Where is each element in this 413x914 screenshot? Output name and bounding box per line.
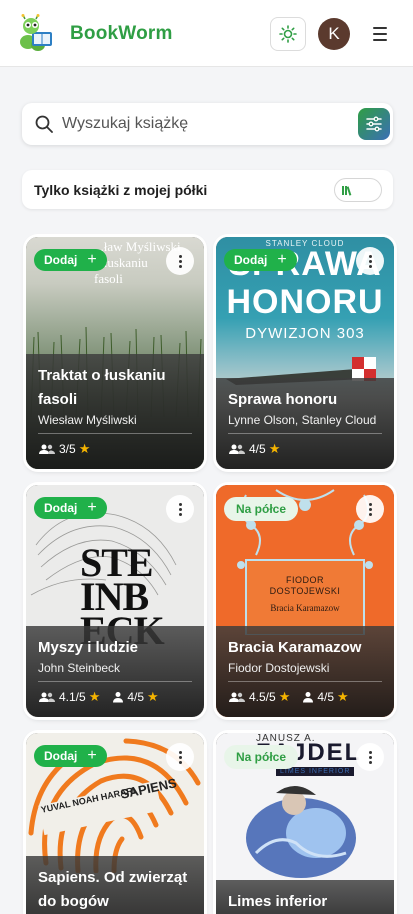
on-shelf-badge[interactable]: Na półce: [224, 497, 299, 521]
add-to-shelf-button[interactable]: Dodaj +: [34, 249, 107, 271]
book-info-overlay: Traktat o łuskaniu fasoli Wiesław Myśliw…: [26, 354, 204, 469]
search-input[interactable]: [62, 103, 342, 145]
badge-label: Dodaj: [44, 253, 78, 267]
brand-name[interactable]: BookWorm: [70, 23, 173, 45]
search-icon: [35, 115, 53, 133]
community-rating: 4/5 ★: [228, 441, 280, 457]
plus-icon: +: [87, 251, 97, 268]
users-icon: [39, 692, 55, 702]
toggle-knob: [337, 181, 357, 199]
book-info-overlay: Bracia Karamazow Fiodor Dostojewski 4.5/…: [216, 626, 394, 717]
on-shelf-badge[interactable]: Na półce: [224, 745, 299, 769]
book-title: Limes inferior: [228, 893, 328, 910]
sun-icon: [279, 25, 297, 43]
book-info-overlay: Sapiens. Od zwierząt do bogów: [26, 856, 204, 914]
plus-icon: +: [87, 747, 97, 764]
shelf-filter-bar: Tylko książki z mojej półki: [22, 170, 393, 209]
cover-text: Bracia Karamazow: [270, 603, 340, 613]
cover-text: HONORU: [226, 283, 384, 321]
book-info-overlay: Myszy i ludzie John Steinbeck 4.1/5 ★ 4/5…: [26, 626, 204, 717]
rating-value: 4/5: [317, 690, 335, 704]
community-rating: 3/5 ★: [38, 441, 90, 457]
badge-label: Dodaj: [44, 501, 78, 515]
book-stats: 4/5 ★: [228, 441, 382, 457]
books-icon: [342, 186, 352, 196]
book-info-overlay: Limes inferior: [216, 880, 394, 914]
plus-icon: +: [87, 499, 97, 516]
users-icon: [229, 692, 245, 702]
add-to-shelf-button[interactable]: Dodaj +: [34, 497, 107, 519]
book-card[interactable]: YUVAL NOAH HARARI SAPIENS Dodaj + Sapiens…: [26, 733, 204, 914]
theme-toggle-button[interactable]: [270, 17, 306, 51]
more-options-button[interactable]: [356, 495, 384, 523]
user-rating: 4/5 ★: [302, 689, 349, 705]
book-stats: 4.5/5 ★ 4/5 ★: [228, 689, 382, 705]
star-icon: ★: [88, 689, 101, 704]
book-title: Myszy i ludzie: [38, 639, 139, 656]
add-to-shelf-button[interactable]: Dodaj +: [34, 745, 107, 767]
more-options-button[interactable]: [356, 743, 384, 771]
book-author: Lynne Olson, Stanley Cloud: [228, 412, 382, 434]
user-rating: 4/5 ★: [112, 689, 159, 705]
figure-illustration: [246, 785, 356, 878]
users-icon: [39, 444, 55, 454]
badge-label: Dodaj: [234, 253, 268, 267]
more-options-button[interactable]: [166, 247, 194, 275]
book-card[interactable]: FIODOR DOSTOJEWSKI Bracia Karamazow Na p…: [216, 485, 394, 717]
book-card[interactable]: STANLEY CLOUD SPRAWA HONORU DYWIZJON 303…: [216, 237, 394, 469]
user-icon: [113, 692, 124, 703]
user-icon: [303, 692, 314, 703]
sliders-icon: [366, 116, 382, 132]
rating-value: 3/5: [59, 442, 76, 456]
book-stats: 4.1/5 ★ 4/5 ★: [38, 689, 192, 705]
rating-value: 4.1/5: [59, 690, 86, 704]
cover-text: FIODOR: [286, 575, 324, 585]
cover-text: DOSTOJEWSKI: [269, 586, 341, 596]
rating-value: 4/5: [249, 442, 266, 456]
star-icon: ★: [278, 689, 291, 704]
more-options-button[interactable]: [166, 743, 194, 771]
more-options-button[interactable]: [166, 495, 194, 523]
community-rating: 4.1/5 ★: [38, 689, 100, 705]
book-info-overlay: Sprawa honoru Lynne Olson, Stanley Cloud…: [216, 378, 394, 469]
cover-text: DYWIZJON 303: [245, 325, 365, 342]
more-options-button[interactable]: [356, 247, 384, 275]
book-card[interactable]: ...ław Myśliwski o łuskaniu fasoli Dodaj…: [26, 237, 204, 469]
book-card[interactable]: JANUSZ A. ZAJDEL LIMES INFERIOR Na półce…: [216, 733, 394, 914]
book-title: Sprawa honoru: [228, 391, 338, 408]
book-stats: 3/5 ★: [38, 441, 192, 457]
menu-line: [373, 27, 387, 29]
star-icon: ★: [337, 689, 349, 704]
community-rating: 4.5/5 ★: [228, 689, 290, 705]
search-bar: [22, 103, 393, 145]
shelf-only-toggle[interactable]: [334, 178, 382, 202]
bookworm-logo-icon[interactable]: [18, 14, 58, 54]
app-header: BookWorm K: [0, 0, 413, 67]
hamburger-menu-button[interactable]: [370, 26, 390, 42]
filter-button[interactable]: [358, 108, 390, 140]
book-card[interactable]: STE INB ECK Dodaj+ Myszy i ludzie John S…: [26, 485, 204, 717]
users-icon: [229, 444, 245, 454]
book-author: John Steinbeck: [38, 660, 192, 682]
menu-line: [373, 39, 387, 41]
star-icon: ★: [78, 441, 91, 456]
badge-label: Dodaj: [44, 749, 78, 763]
user-avatar[interactable]: K: [318, 18, 350, 50]
book-title: Bracia Karamazow: [228, 639, 362, 656]
star-icon: ★: [268, 441, 281, 456]
star-icon: ★: [147, 689, 159, 704]
cover-text: fasoli: [94, 271, 123, 286]
book-author: Fiodor Dostojewski: [228, 660, 382, 682]
book-title: Traktat o łuskaniu fasoli: [38, 367, 166, 408]
book-author: Wiesław Myśliwski: [38, 412, 192, 434]
shelf-only-label: Tylko książki z mojej półki: [34, 182, 208, 198]
rating-value: 4.5/5: [249, 690, 276, 704]
menu-line: [373, 33, 387, 35]
book-title: Sapiens. Od zwierząt do bogów: [38, 869, 188, 910]
add-to-shelf-button[interactable]: Dodaj +: [224, 249, 297, 271]
rating-value: 4/5: [127, 690, 145, 704]
plus-icon: +: [277, 251, 287, 268]
